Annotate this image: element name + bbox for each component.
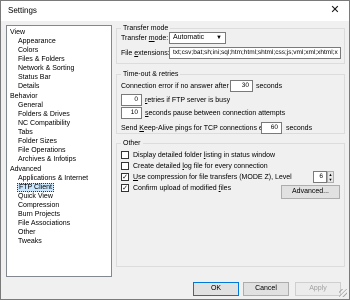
tree-item-general[interactable]: General — [18, 101, 43, 110]
tree-item-folders-drives[interactable]: Folders & Drives — [18, 110, 70, 119]
tree-item-colors[interactable]: Colors — [18, 46, 38, 55]
chevron-down-icon: ▼ — [216, 35, 222, 41]
transfer-mode-group: Transfer mode Transfer mode: Automatic ▼… — [116, 24, 345, 64]
connection-error-label: Connection error if no answer after — [121, 83, 229, 90]
tree-item-other[interactable]: Other — [18, 228, 36, 237]
detailed-listing-label: Display detailed folder listing in statu… — [133, 152, 276, 159]
use-compression-checkbox[interactable]: ✓ — [121, 173, 129, 181]
tree-item-compression[interactable]: Compression — [18, 201, 59, 210]
tree-item-quick-view[interactable]: Quick View — [18, 192, 53, 201]
pause-label: seconds pause between connection attempt… — [145, 110, 286, 117]
use-compression-label: Use compression for file transfers (MODE… — [133, 174, 292, 181]
window-title: Settings — [8, 6, 37, 15]
compression-level-spinner[interactable]: ▲ ▼ — [327, 171, 334, 183]
tree-item-details[interactable]: Details — [18, 82, 39, 91]
tree-item-applications-internet[interactable]: Applications & Internet — [18, 174, 88, 183]
advanced-button[interactable]: Advanced... — [281, 185, 340, 199]
tree-item-burn-projects[interactable]: Burn Projects — [18, 210, 60, 219]
tree-item-behavior[interactable]: Behavior — [10, 92, 38, 101]
tree-item-appearance[interactable]: Appearance — [18, 37, 56, 46]
detailed-listing-checkbox[interactable] — [121, 151, 129, 159]
keepalive-label: Send Keep-Alive pings for TCP connection… — [121, 125, 277, 132]
connection-timeout-input[interactable]: 30 — [230, 80, 253, 92]
tree-item-file-operations[interactable]: File Operations — [18, 146, 65, 155]
tree-item-view[interactable]: View — [10, 28, 25, 37]
transfer-mode-value: Automatic — [173, 34, 205, 41]
transfer-mode-title: Transfer mode — [121, 24, 171, 33]
confirm-upload-checkbox[interactable]: ✓ — [121, 184, 129, 192]
tree-item-files-folders[interactable]: Files & Folders — [18, 55, 65, 64]
retries-input[interactable]: 0 — [121, 94, 142, 106]
resize-grip-icon[interactable] — [339, 289, 347, 297]
tree-item-file-associations[interactable]: File Associations — [18, 219, 70, 228]
apply-button[interactable]: Apply — [295, 282, 341, 296]
ok-button[interactable]: OK — [193, 282, 239, 296]
tree-item-network-sorting[interactable]: Network & Sorting — [18, 64, 74, 73]
timeout-group: Time-out & retries Connection error if n… — [116, 70, 345, 134]
keepalive-input[interactable]: 60 — [261, 122, 282, 134]
keepalive-unit: seconds — [286, 125, 313, 132]
tree-item-status-bar[interactable]: Status Bar — [18, 73, 51, 82]
file-extensions-input[interactable]: txt;csv;bat;sh;ini;sql;htm;html;shtml;cs… — [169, 47, 341, 59]
confirm-upload-label: Confirm upload of modified files — [133, 185, 232, 192]
transfer-mode-select[interactable]: Automatic ▼ — [169, 32, 226, 44]
pause-input[interactable]: 10 — [121, 107, 142, 119]
file-extensions-label: File extensions: — [121, 50, 170, 57]
tree-item-advanced[interactable]: Advanced — [10, 165, 41, 174]
other-title: Other — [121, 139, 143, 148]
tree-item-folder-sizes[interactable]: Folder Sizes — [18, 137, 57, 146]
spin-down-icon[interactable]: ▼ — [328, 177, 333, 182]
tree-item-nc-compatibility[interactable]: NC Compatibility — [18, 119, 70, 128]
tree-item-tweaks[interactable]: Tweaks — [18, 237, 42, 246]
cancel-button[interactable]: Cancel — [243, 282, 289, 296]
settings-tree[interactable]: View Appearance Colors Files & Folders N… — [6, 25, 112, 277]
tree-item-tabs[interactable]: Tabs — [18, 128, 33, 137]
title-bar: Settings ✕ — [1, 1, 349, 21]
tree-item-archives-infotips[interactable]: Archives & Infotips — [18, 155, 76, 164]
detailed-log-label: Create detailed log file for every conne… — [133, 163, 268, 170]
timeout-title: Time-out & retries — [121, 70, 181, 79]
close-icon[interactable]: ✕ — [327, 3, 343, 18]
compression-level-input[interactable]: 6 — [313, 171, 327, 183]
other-group: Other Display detailed folder listing in… — [116, 139, 345, 267]
transfer-mode-label: Transfer mode: — [121, 35, 169, 42]
detailed-log-checkbox[interactable] — [121, 162, 129, 170]
tree-item-ftp-client[interactable]: FTP Client — [17, 183, 54, 192]
settings-window: Settings ✕ View Appearance Colors Files … — [0, 0, 350, 300]
connection-timeout-unit: seconds — [256, 83, 283, 90]
retries-label: retries if FTP server is busy — [145, 97, 231, 104]
